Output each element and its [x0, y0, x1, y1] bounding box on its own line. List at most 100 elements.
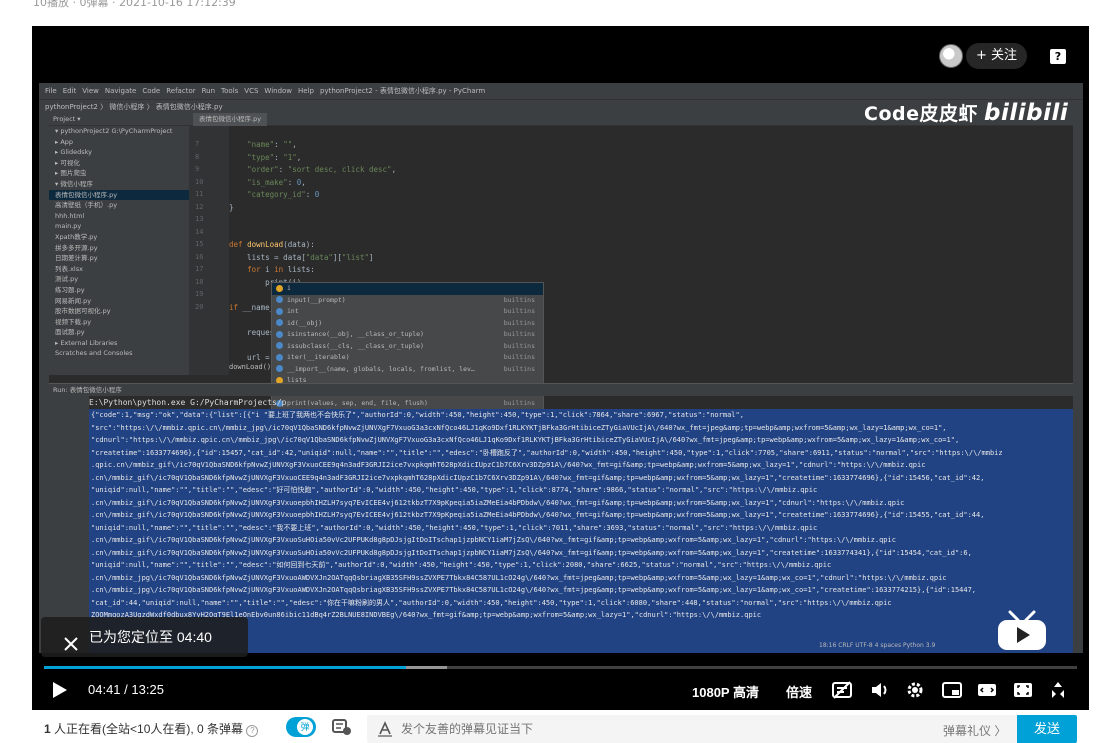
project-tree-item: 高清壁纸（手机）.py	[55, 201, 118, 210]
bilibili-logo: bilibili	[983, 100, 1069, 126]
ide-menu-item: File	[45, 87, 57, 95]
video-player[interactable]: File Edit View Navigate Code Refactor Run Tools…	[32, 26, 1089, 710]
ide-menu-item: Edit	[62, 87, 77, 95]
symbol-kind-icon	[276, 284, 283, 292]
settings-gear-icon[interactable]	[905, 680, 925, 700]
text-style-icon[interactable]	[377, 721, 393, 737]
autocomplete-source: builtins	[503, 318, 535, 327]
autocomplete-item: input(__prompt) builtins	[272, 295, 543, 307]
tv-mascot-icon	[998, 610, 1046, 650]
speed-button[interactable]: 倍速	[786, 682, 812, 701]
project-tree-item: 视频下载.py	[55, 317, 92, 326]
danmaku-settings-icon[interactable]	[332, 718, 352, 736]
autocomplete-name: input(__prompt)	[287, 295, 346, 304]
progress-bar[interactable]	[44, 666, 1077, 669]
line-number: 7	[195, 140, 200, 148]
autocomplete-source: builtins	[503, 399, 535, 407]
danmaku-off-icon[interactable]	[832, 680, 852, 700]
ide-menu-item: Refactor	[166, 87, 196, 95]
widescreen-icon[interactable]	[977, 680, 997, 700]
output-line: .cn\/mmbiz_gif\/ic70qV1QbaSND6kfpNvwZjUN…	[91, 473, 985, 482]
symbol-kind-icon	[276, 307, 283, 315]
project-tree-item: 列表.xlsx	[55, 264, 83, 273]
project-tree-item: 测试.py	[55, 275, 79, 284]
time-display: 04:41 / 13:25	[88, 682, 164, 697]
line-number: 8	[195, 152, 200, 161]
info-icon[interactable]: ?	[246, 725, 259, 737]
line-number: 9	[195, 165, 200, 173]
project-tree-item: ▸ 可视化	[55, 158, 80, 167]
code-line: def downLoad(data):	[229, 240, 315, 249]
autocomplete-item: issubclass(__cls, __class_or_tuple) built…	[272, 341, 543, 353]
autocomplete-item: __import__(name, globals, locals, fromli…	[272, 364, 543, 376]
run-panel-header: Run: 表情包微信小程序	[49, 383, 1073, 396]
close-icon[interactable]	[64, 637, 78, 651]
quality-button[interactable]: 1080P 高清	[692, 682, 759, 701]
project-tree-item: 网易新闻.py	[55, 296, 92, 305]
fullscreen-icon[interactable]	[1048, 680, 1068, 700]
ide-menu-item: Tools	[221, 87, 239, 95]
ide-status-bar: 18:16 CRLF UTF-8 4 spaces Python 3.9	[819, 642, 936, 649]
danmaku-etiquette-link[interactable]: 弹幕礼仪 〉	[943, 722, 1006, 739]
ide-menu-item: Help	[298, 87, 314, 95]
time-separator: /	[120, 682, 132, 697]
project-tree-item: main.py	[55, 222, 82, 231]
autocomplete-source: builtins	[503, 353, 535, 361]
code-line: }	[229, 202, 234, 212]
picture-in-picture-icon[interactable]	[942, 680, 962, 700]
project-tree-item: 拼多多开源.py	[55, 243, 98, 252]
run-toolbar	[49, 396, 89, 653]
project-tree-item: ▾ pythonProject2 G:\PyCharmProject	[55, 127, 173, 135]
autocomplete-item: isinstance(__obj, __class_or_tuple) built…	[272, 329, 543, 341]
project-tree-item: 股市数据可视化.py	[55, 307, 111, 316]
project-tree: ▾ pythonProject2 G:\PyCharmProject ▸ App…	[49, 126, 189, 359]
output-line: "uniqid":null,"name":"","title":"","edes…	[91, 523, 818, 532]
project-tree-item: 面试题.py	[55, 328, 85, 337]
symbol-kind-icon	[276, 342, 283, 349]
volume-icon[interactable]	[870, 680, 890, 700]
autocomplete-name: id(__obj)	[287, 318, 323, 327]
autocomplete-source: builtins	[503, 307, 535, 315]
autocomplete-popup: i input(__prompt) builtins int builtins id(__…	[271, 282, 544, 430]
autocomplete-item: i	[272, 283, 543, 295]
ide-right-strip	[1073, 113, 1083, 653]
viewer-text: 人正在看(全站<10人在看), 0 条弹幕	[50, 722, 244, 736]
time-current: 04:41	[88, 682, 121, 697]
line-number: 15	[195, 240, 204, 248]
project-header: Project ▾	[49, 113, 189, 126]
autocomplete-name: __import__(name, globals, locals, fromli…	[287, 364, 475, 373]
autocomplete-source: builtins	[503, 295, 535, 304]
code-line: for i in lists:	[247, 265, 315, 274]
autocomplete-name: int	[287, 307, 299, 315]
output-line: "cat_id":44,"uniqid":null,"name":"","tit…	[91, 598, 892, 607]
follow-button[interactable]: + 关注	[966, 43, 1028, 69]
danmaku-input[interactable]	[401, 719, 901, 739]
output-line: .cn\/mmbiz_gif\/ic70qV1QbaSND6kfpNvwZjUN…	[91, 511, 985, 519]
line-number: 10	[195, 177, 204, 186]
autocomplete-item: id(__obj) builtins	[272, 318, 543, 330]
code-line: "type": "1",	[247, 152, 302, 162]
ide-menu-item: Navigate	[104, 87, 137, 95]
help-icon[interactable]: ?	[1050, 49, 1066, 64]
ide-menu-item: VCS	[244, 87, 259, 95]
autocomplete-source: builtins	[503, 341, 535, 350]
run-command: E:\Python\python.exe G:/PyCharmProjects/…	[89, 398, 287, 407]
progress-played	[44, 666, 406, 669]
viewer-count: 1 人正在看(全站<10人在看), 0 条弹幕 ?	[44, 720, 259, 737]
send-button[interactable]: 发送	[1017, 715, 1077, 743]
code-line: url =	[229, 352, 270, 362]
web-fullscreen-icon[interactable]	[1013, 680, 1033, 700]
symbol-kind-icon	[276, 330, 283, 338]
line-number: 11	[195, 190, 204, 198]
output-line: "cdnurl":"https:\/\/mmbiz.qpic.cn\/mmbiz…	[91, 436, 960, 444]
project-tree-item: ▸ App	[55, 137, 74, 146]
autocomplete-name: isinstance(__obj, __class_or_tuple)	[287, 330, 424, 338]
autocomplete-item: iter(__iterable) builtins	[272, 352, 543, 364]
danmaku-toggle[interactable]: 弹	[286, 717, 316, 737]
autocomplete-name: iter(__iterable)	[287, 353, 350, 361]
watermark-text: Code皮皮虾	[864, 103, 978, 125]
output-line: .cn\/mmbiz_jpg\/ic70qV1QbaSND6kfpNvwZjUN…	[91, 573, 947, 582]
project-tree-item: ▸ 图片爬虫	[55, 169, 87, 178]
uploader-avatar[interactable]	[939, 44, 963, 68]
play-icon[interactable]	[52, 681, 68, 699]
